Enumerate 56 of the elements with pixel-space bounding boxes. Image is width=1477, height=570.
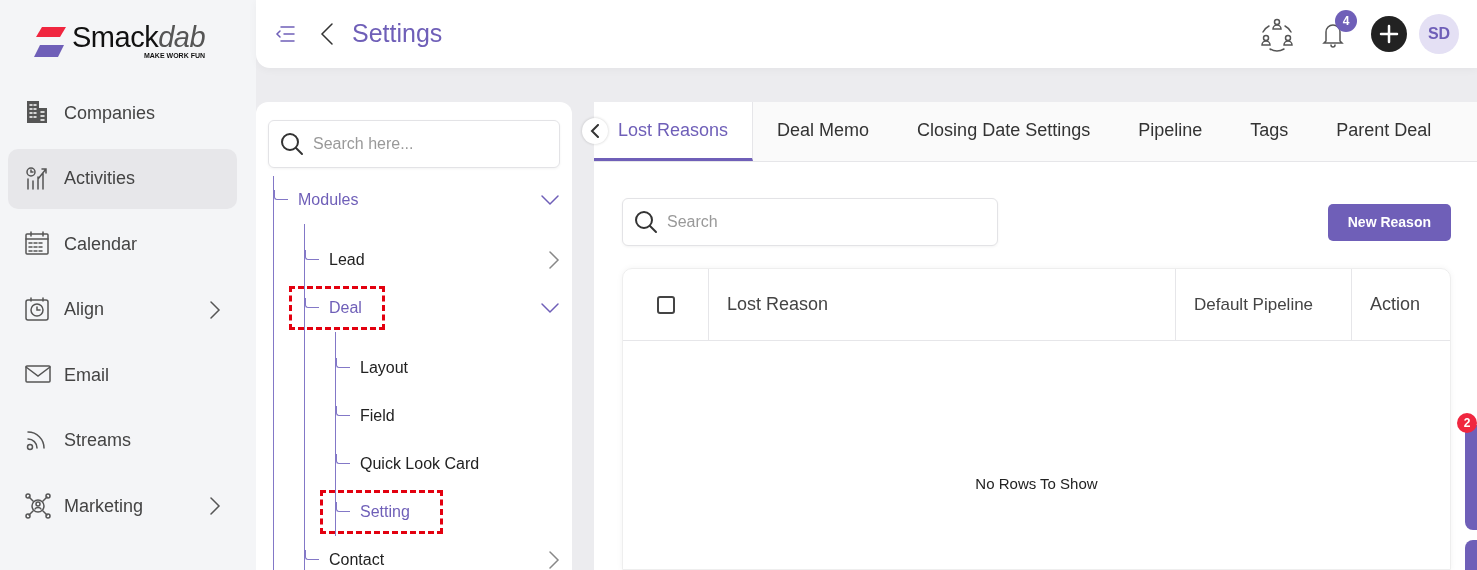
chevron-down-icon[interactable] bbox=[540, 302, 560, 314]
tree-item[interactable]: Layout bbox=[336, 344, 560, 392]
sidebar-item[interactable]: Marketing bbox=[8, 476, 237, 536]
chevron-right-icon[interactable] bbox=[209, 299, 221, 320]
side-tab[interactable] bbox=[1465, 540, 1477, 570]
calendar-icon bbox=[24, 230, 52, 258]
tab[interactable]: Parent Deal bbox=[1312, 102, 1456, 161]
network-icon bbox=[24, 492, 52, 520]
user-avatar[interactable]: SD bbox=[1419, 14, 1459, 54]
select-all-checkbox[interactable] bbox=[656, 295, 675, 314]
tab[interactable]: Pipeline bbox=[1114, 102, 1227, 161]
tab[interactable]: Closing Date Settings bbox=[893, 102, 1115, 161]
scroll-left-button[interactable] bbox=[582, 118, 608, 144]
chevron-right-icon[interactable] bbox=[209, 496, 221, 516]
chevron-down-icon[interactable] bbox=[540, 194, 560, 206]
menu-icon[interactable] bbox=[274, 24, 296, 44]
tree-item[interactable]: Lead bbox=[305, 236, 560, 284]
empty-message: No Rows To Show bbox=[974, 474, 1099, 494]
sidebar-item[interactable]: Activities bbox=[8, 148, 237, 209]
tab[interactable]: Deal Memo bbox=[753, 102, 894, 161]
team-icon bbox=[1259, 16, 1295, 52]
sidebar-item[interactable]: Calendar bbox=[8, 214, 237, 274]
column-header: Lost Reason bbox=[727, 293, 829, 316]
search-field[interactable]: Search bbox=[622, 198, 998, 246]
tree-item[interactable]: Setting bbox=[336, 488, 560, 536]
chevron-right-icon[interactable] bbox=[548, 250, 560, 270]
notification-badge: 4 bbox=[1335, 10, 1357, 32]
clock-icon bbox=[24, 295, 52, 324]
sidebar-item[interactable]: Align bbox=[8, 279, 237, 340]
back-icon bbox=[320, 22, 334, 46]
plus-icon bbox=[1379, 24, 1399, 44]
tree-item[interactable]: Quick Look Card bbox=[336, 440, 560, 488]
tab[interactable]: Lost Reasons bbox=[594, 102, 754, 161]
chevron-left-icon bbox=[590, 124, 600, 138]
search-field[interactable]: Search here... bbox=[268, 120, 560, 168]
page-title: Settings bbox=[352, 18, 443, 50]
brand-name: Smackdab bbox=[72, 22, 206, 52]
back-button[interactable] bbox=[320, 22, 334, 46]
sidebar-item[interactable]: Companies bbox=[8, 83, 237, 143]
search-icon bbox=[634, 210, 658, 234]
new-reason-button[interactable]: New Reason bbox=[1327, 203, 1451, 241]
sidebar-item[interactable]: Email bbox=[8, 345, 237, 405]
chevron-right-icon[interactable] bbox=[548, 550, 560, 570]
column-header: Action bbox=[1370, 293, 1421, 316]
tree-item[interactable]: Modules bbox=[274, 176, 560, 224]
collapse-menu-icon bbox=[274, 24, 296, 44]
tree-item[interactable]: Field bbox=[336, 392, 560, 440]
tree-item[interactable]: Deal bbox=[305, 284, 560, 332]
logo-mark-icon bbox=[32, 25, 66, 59]
add-button[interactable] bbox=[1371, 16, 1407, 52]
sidebar-item[interactable]: Streams bbox=[8, 410, 237, 471]
tree-item[interactable]: Contact bbox=[305, 536, 560, 570]
column-header: Default Pipeline bbox=[1194, 293, 1314, 316]
tab[interactable]: Tags bbox=[1226, 102, 1313, 161]
search-icon bbox=[280, 132, 304, 156]
team-button[interactable] bbox=[1259, 16, 1295, 52]
